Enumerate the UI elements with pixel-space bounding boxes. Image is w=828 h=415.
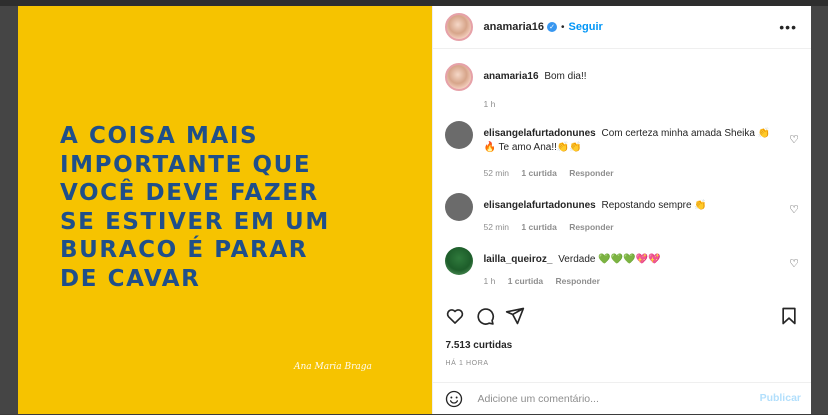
comment-likes[interactable]: 1 curtida (508, 276, 543, 286)
caption-time[interactable]: 1 h (483, 99, 495, 109)
comment-time[interactable]: 52 min (483, 168, 509, 178)
comment-text: Verdade 💚💚💚💖💖 (558, 254, 661, 265)
avatar[interactable] (445, 247, 474, 275)
caption-text: Bom dia!! (544, 71, 587, 82)
comment-item: lailla_queiroz_ Verdade 💚💚💚💖💖 1 h 1 curt… (445, 247, 801, 289)
reply-button[interactable]: Responder (556, 276, 600, 286)
caption: anamaria16 Bom dia!! 1 h (445, 63, 801, 113)
comment-username[interactable]: elisangelafurtadonunes (483, 128, 595, 139)
post-header: anamaria16 ✓ • Seguir ••• (433, 6, 811, 49)
comment-likes[interactable]: 1 curtida (521, 222, 556, 232)
avatar[interactable] (445, 193, 474, 221)
reply-button[interactable]: Responder (569, 222, 613, 232)
bookmark-icon[interactable] (779, 306, 799, 326)
emoji-icon[interactable] (445, 390, 463, 408)
quote-text: A COISA MAIS IMPORTANTE QUE VOCÊ DEVE FA… (60, 123, 330, 292)
share-icon[interactable] (505, 306, 525, 326)
comment-item: elisangelafurtadonunes Repostando sempre… (445, 193, 801, 235)
avatar[interactable] (445, 121, 474, 149)
add-comment-bar: Publicar (433, 382, 811, 415)
comment-input[interactable] (477, 390, 738, 408)
post-modal: A COISA MAIS IMPORTANTE QUE VOCÊ DEVE FA… (18, 6, 811, 414)
post-actions (445, 304, 799, 328)
author-username[interactable]: anamaria16 (483, 21, 544, 33)
like-comment-icon[interactable]: ♡ (789, 257, 799, 270)
comment-username[interactable]: lailla_queiroz_ (483, 254, 552, 265)
comments-list[interactable]: anamaria16 Bom dia!! 1 h elisangelafurta… (433, 49, 811, 299)
publish-button[interactable]: Publicar (760, 392, 801, 404)
verified-icon: ✓ (547, 22, 558, 32)
comment-likes[interactable]: 1 curtida (521, 168, 556, 178)
reply-button[interactable]: Responder (569, 168, 613, 178)
like-comment-icon[interactable]: ♡ (789, 133, 799, 146)
comment-username[interactable]: elisangelafurtadonunes (483, 200, 595, 211)
post-time[interactable]: HÁ 1 HORA (445, 360, 488, 367)
comment-time[interactable]: 1 h (483, 276, 495, 286)
avatar[interactable] (445, 63, 474, 91)
caption-username[interactable]: anamaria16 (483, 71, 538, 82)
more-options-icon[interactable]: ••• (779, 19, 797, 35)
likes-count[interactable]: 7.513 curtidas (445, 340, 512, 351)
avatar[interactable] (445, 13, 474, 41)
signature: Ana Maria Braga (294, 362, 372, 372)
comment-time[interactable]: 52 min (483, 222, 509, 232)
comment-text: Repostando sempre 👏 (601, 200, 707, 211)
comment-icon[interactable] (475, 306, 495, 326)
follow-button[interactable]: Seguir (569, 21, 603, 33)
post-image[interactable]: A COISA MAIS IMPORTANTE QUE VOCÊ DEVE FA… (18, 6, 433, 414)
separator: • (561, 21, 565, 33)
post-panel: anamaria16 ✓ • Seguir ••• anamaria16 Bom… (432, 6, 811, 414)
like-comment-icon[interactable]: ♡ (789, 203, 799, 216)
heart-icon[interactable] (445, 306, 465, 326)
comment-item: elisangelafurtadonunes Com certeza minha… (445, 121, 801, 179)
